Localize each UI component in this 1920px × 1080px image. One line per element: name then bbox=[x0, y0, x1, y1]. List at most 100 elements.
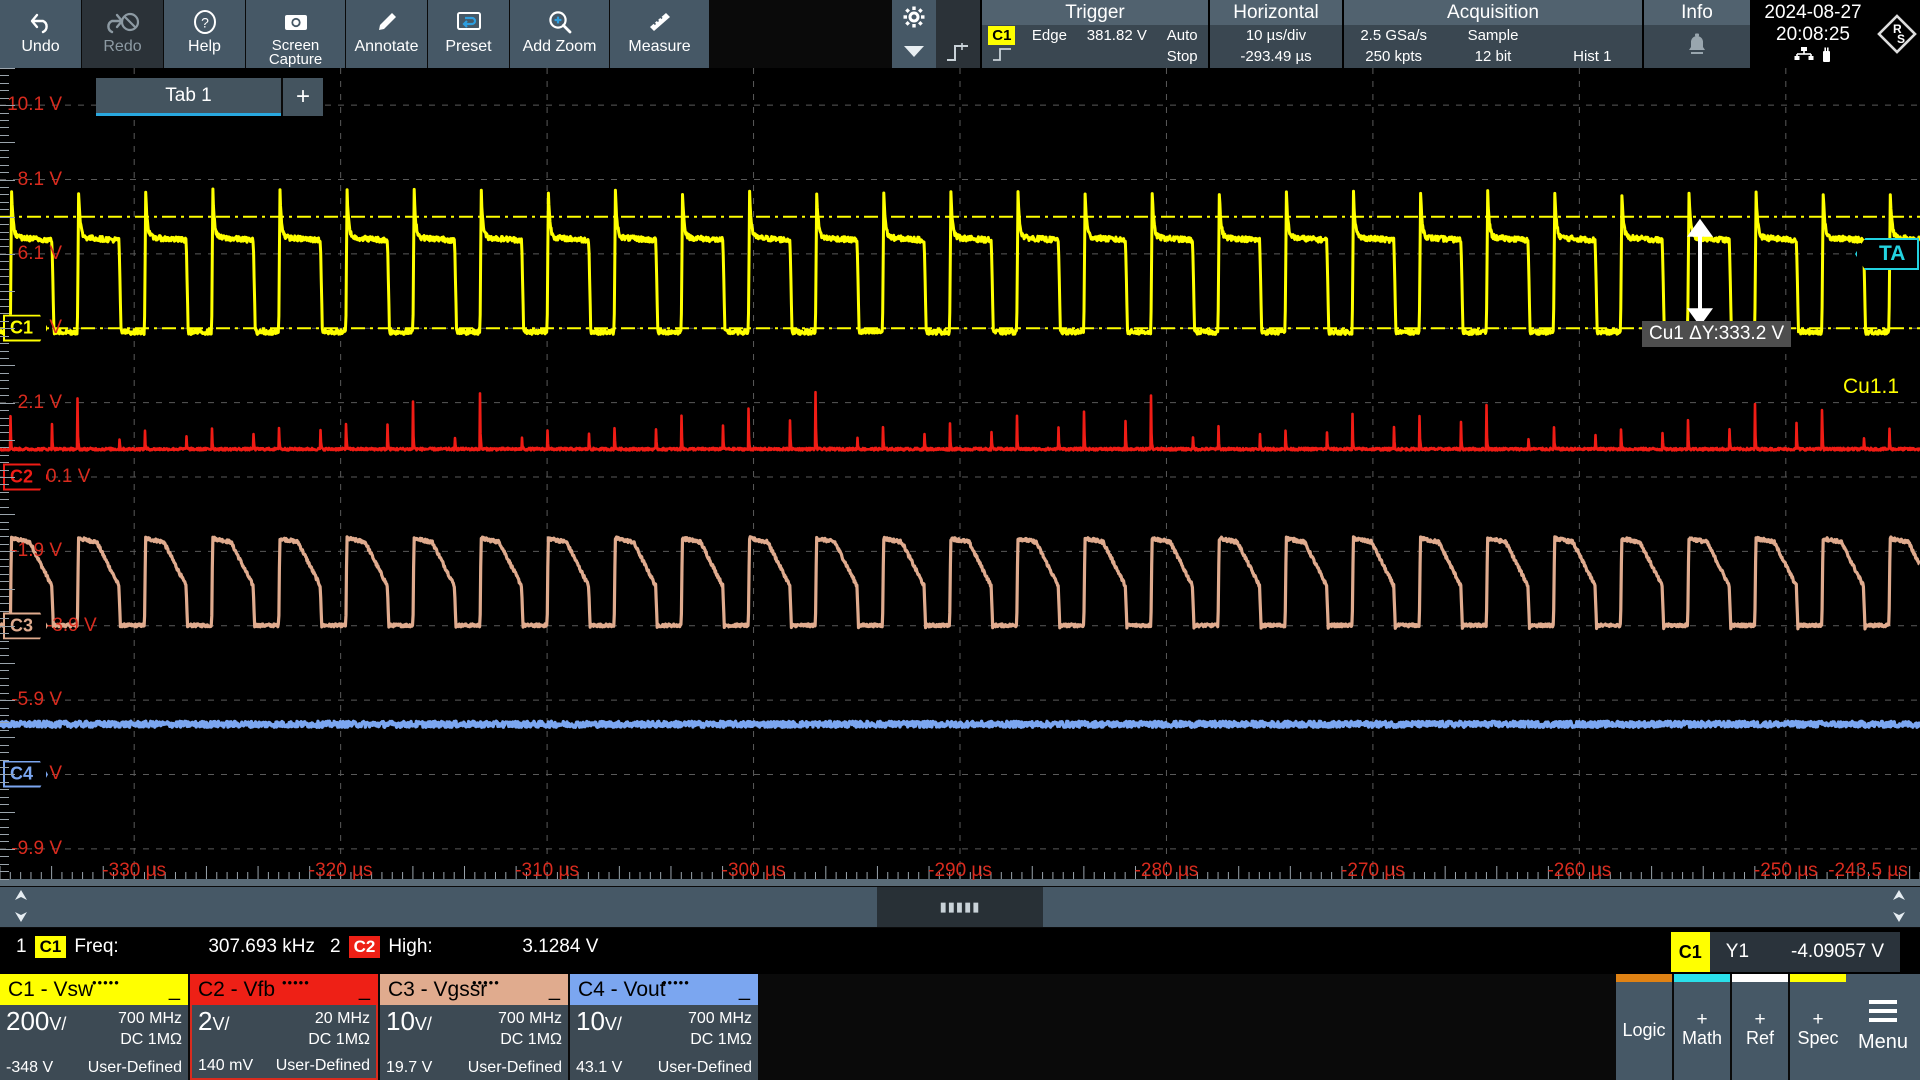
cursor-name: Y1 bbox=[1725, 941, 1750, 962]
scroll-down-arrow-icon-2[interactable] bbox=[1891, 909, 1907, 927]
trigger-state: Stop bbox=[1166, 48, 1198, 66]
measurement-2-index: 2 bbox=[330, 936, 341, 957]
math-plus: + bbox=[1696, 1008, 1708, 1030]
svg-text:S: S bbox=[1897, 32, 1905, 46]
acq-history: Hist 1 bbox=[1573, 48, 1612, 66]
channel-c2-minimize[interactable]: _ bbox=[359, 980, 370, 1000]
channel-card-c1[interactable]: C1 - Vsw ••••• _ 200V/ 700 MHz DC 1MΩ Us… bbox=[0, 974, 190, 1080]
menu-button[interactable]: Menu bbox=[1846, 974, 1920, 1080]
camera-icon bbox=[282, 7, 310, 37]
channel-c2-probe: User-Defined bbox=[275, 1057, 370, 1074]
datetime-panel: 2024-08-27 20:08:25 bbox=[1750, 0, 1874, 68]
settings-column[interactable] bbox=[892, 0, 936, 68]
drag-dots-icon: ••••• bbox=[92, 975, 120, 990]
add-tab-button[interactable]: + bbox=[281, 78, 323, 116]
x-tick-9: -243.5 µs bbox=[1828, 860, 1908, 881]
ref-button[interactable]: + Ref bbox=[1730, 974, 1788, 1080]
channel-c2-bandwidth: 20 MHz bbox=[314, 1010, 370, 1027]
cursor-value: -4.09057 V bbox=[1791, 941, 1884, 962]
channel-c4-coupling: DC 1MΩ bbox=[690, 1031, 752, 1048]
spec-color-cap bbox=[1790, 974, 1846, 982]
scroll-down-arrow-icon[interactable] bbox=[13, 909, 29, 927]
horizontal-panel[interactable]: Horizontal 10 µs/div -293.49 µs bbox=[1208, 0, 1342, 68]
pencil-icon bbox=[375, 7, 399, 37]
channel-c1-bandwidth: 700 MHz bbox=[117, 1010, 182, 1027]
annotate-label: Annotate bbox=[354, 38, 419, 55]
trigger-slope-indicator bbox=[936, 0, 980, 68]
horizontal-scale: 10 µs/div bbox=[1245, 26, 1307, 44]
ref-label: Ref bbox=[1745, 1027, 1774, 1048]
channel-c3-minimize[interactable]: _ bbox=[549, 980, 560, 1000]
x-tick-5: -280 µs bbox=[1134, 860, 1199, 881]
channel-c2-scale: 2 bbox=[198, 1006, 213, 1036]
info-title: Info bbox=[1644, 0, 1750, 25]
channel-c4-bandwidth: 700 MHz bbox=[687, 1010, 752, 1027]
scroll-track-left[interactable] bbox=[42, 887, 877, 927]
channel-c3-probe: User-Defined bbox=[467, 1059, 562, 1076]
add-zoom-button[interactable]: Add Zoom bbox=[510, 0, 610, 68]
redo-button[interactable]: Redo bbox=[82, 0, 164, 68]
help-label: Help bbox=[188, 38, 221, 55]
svg-text:?: ? bbox=[201, 15, 209, 31]
scroll-grip[interactable]: ▮▮▮▮▮ bbox=[877, 887, 1043, 927]
help-icon: ? bbox=[192, 7, 218, 37]
gear-icon[interactable] bbox=[902, 5, 926, 34]
preset-button[interactable]: Preset bbox=[428, 0, 510, 68]
chevron-down-icon[interactable] bbox=[904, 45, 924, 63]
trigger-panel[interactable]: Trigger C1 Edge 381.82 V Auto Stop bbox=[980, 0, 1208, 68]
hamburger-icon bbox=[1869, 1000, 1897, 1027]
trigger-marker-ta[interactable]: TA bbox=[1855, 238, 1920, 270]
acquisition-panel[interactable]: Acquisition 2.5 GSa/s 250 kpts Sample 12… bbox=[1342, 0, 1642, 68]
usb-icon bbox=[1821, 47, 1832, 68]
drag-dots-icon-2: ••••• bbox=[282, 975, 310, 990]
measure-label: Measure bbox=[628, 38, 691, 55]
measurement-1-value: 307.693 kHz bbox=[208, 936, 315, 957]
measurement-2-channel-chip: C2 bbox=[348, 936, 381, 958]
cursor-readout-box[interactable]: C1 Y1 -4.09057 V bbox=[1670, 932, 1900, 972]
tab-1[interactable]: Tab 1 bbox=[96, 78, 281, 116]
measurement-2[interactable]: 2 C2 High: 3.1284 V bbox=[330, 936, 598, 958]
channel-card-c2[interactable]: C2 - Vfb ••••• _ 2V/ 20 MHz DC 1MΩ User-… bbox=[190, 974, 380, 1080]
vertical-stepper-right[interactable] bbox=[1878, 887, 1920, 927]
undo-button[interactable]: Undo bbox=[0, 0, 82, 68]
spec-button[interactable]: + Spec bbox=[1788, 974, 1846, 1080]
acq-sample-rate: 2.5 GSa/s bbox=[1360, 26, 1428, 44]
y-tick-4: 2.1 V bbox=[17, 391, 62, 413]
channel-c1-minimize[interactable]: _ bbox=[169, 980, 180, 1000]
info-panel[interactable]: Info bbox=[1642, 0, 1750, 68]
channel-c4-minimize[interactable]: _ bbox=[739, 980, 750, 1000]
measure-button[interactable]: Measure bbox=[610, 0, 710, 68]
screen-capture-button[interactable]: Screen Capture bbox=[246, 0, 346, 68]
spec-label: Spec bbox=[1797, 1027, 1839, 1048]
x-tick-8: -250 µs bbox=[1753, 860, 1818, 881]
channel-c4-scale: 10 bbox=[576, 1006, 605, 1036]
channel-c4-probe: User-Defined bbox=[657, 1059, 752, 1076]
channel-c1-coupling: DC 1MΩ bbox=[120, 1031, 182, 1048]
measurement-1[interactable]: 1 C1 Freq: 307.693 kHz bbox=[16, 936, 315, 958]
horizontal-title: Horizontal bbox=[1210, 0, 1342, 25]
bell-icon[interactable] bbox=[1684, 32, 1710, 62]
scroll-track-right[interactable] bbox=[1043, 887, 1878, 927]
y-tick-5: 0.1 V bbox=[46, 466, 91, 487]
math-label: Math bbox=[1681, 1027, 1723, 1048]
annotate-button[interactable]: Annotate bbox=[346, 0, 428, 68]
waveform-plot[interactable]: 10.1 V8.1 V6.1 V4.1 V2.1 V0.1 V-1.9 V-3.… bbox=[0, 68, 1920, 886]
vertical-stepper-left[interactable] bbox=[0, 887, 42, 927]
toolbar-spacer bbox=[710, 0, 892, 68]
cursor-delta-readout[interactable]: Cu1 ΔY:333.2 V bbox=[1642, 321, 1792, 347]
cursor-1-label[interactable]: Cu1.1 bbox=[1843, 375, 1899, 399]
measurement-1-channel-chip: C1 bbox=[34, 936, 67, 958]
channel-card-c4[interactable]: C4 - Vout ••••• _ 10V/ 700 MHz DC 1MΩ Us… bbox=[570, 974, 760, 1080]
x-tick-3: -300 µs bbox=[721, 860, 786, 881]
channel-card-c3[interactable]: C3 - Vgssr ••••• _ 10V/ 700 MHz DC 1MΩ U… bbox=[380, 974, 570, 1080]
math-button[interactable]: + Math bbox=[1672, 974, 1730, 1080]
logic-button[interactable]: Logic bbox=[1614, 974, 1672, 1080]
channel-c4-scale-unit: V/ bbox=[604, 1014, 622, 1034]
help-button[interactable]: ? Help bbox=[164, 0, 246, 68]
x-tick-7: -260 µs bbox=[1547, 860, 1612, 881]
channel-c1-offset: -348 V bbox=[6, 1059, 54, 1076]
scroll-up-arrow-icon-2[interactable] bbox=[1891, 888, 1907, 906]
scroll-up-arrow-icon[interactable] bbox=[13, 888, 29, 906]
trigger-slope-icon bbox=[991, 46, 1013, 68]
redo-disabled-icon bbox=[105, 7, 141, 37]
